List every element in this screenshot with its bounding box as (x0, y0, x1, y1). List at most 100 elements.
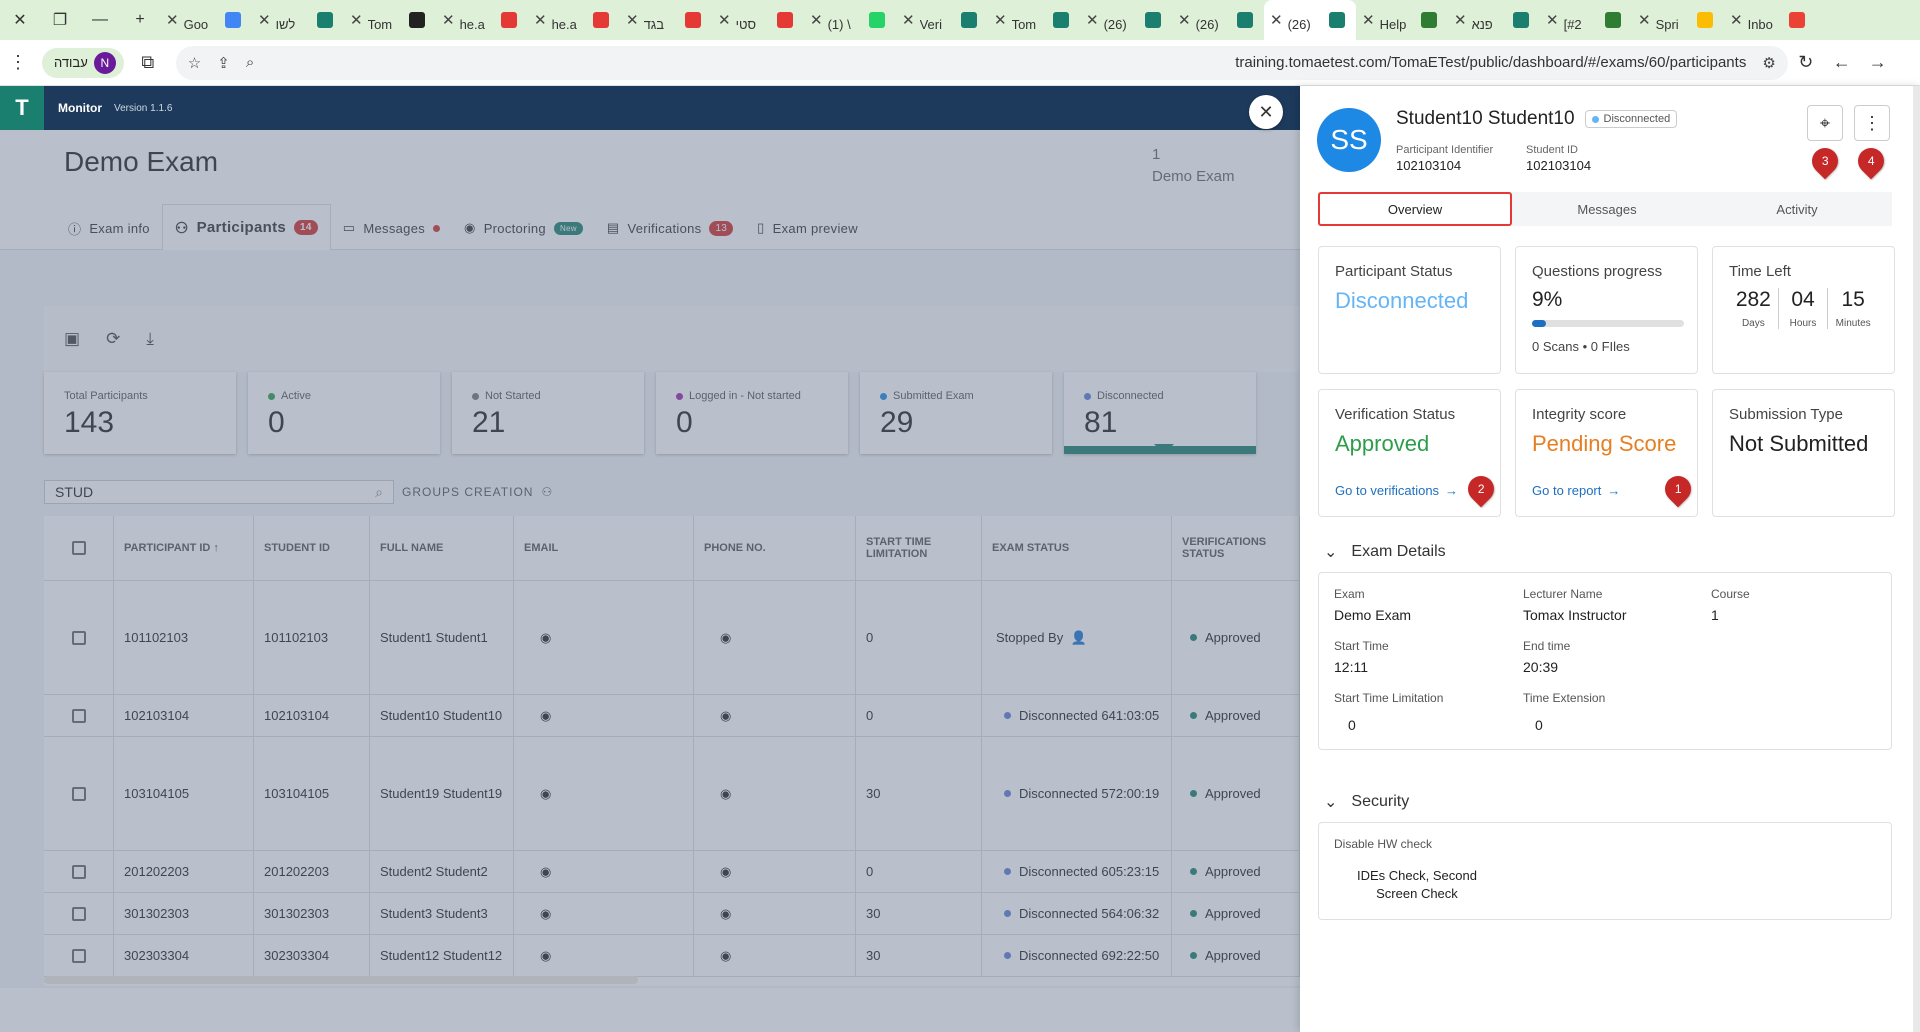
tab-favicon-icon (1144, 12, 1161, 28)
tab-panel-messages[interactable]: Messages (1512, 192, 1702, 226)
browser-tab[interactable]: ✕ he.a (528, 0, 620, 40)
site-settings-icon[interactable]: ⚙ (1762, 54, 1775, 72)
zoom-icon[interactable]: ⌕ (246, 54, 254, 71)
extensions-icon[interactable]: ⧉ (130, 45, 166, 81)
tab-favicon-icon (224, 12, 241, 28)
detail-label: Exam (1334, 587, 1365, 601)
go-to-report-link[interactable]: Go to report → (1532, 483, 1620, 498)
browser-tab[interactable]: ✕ סטי (712, 0, 804, 40)
tab-close-icon[interactable]: ✕ (626, 11, 639, 29)
scans-files: 0 Scans • 0 FIles (1532, 339, 1630, 354)
card-title: Submission Type (1729, 406, 1843, 423)
browser-tab[interactable]: ✕ he.a (436, 0, 528, 40)
bookmark-star-icon[interactable]: ☆ (188, 54, 201, 72)
detail-value: 0 (1348, 717, 1356, 733)
tab-close-icon[interactable]: ✕ (1730, 11, 1743, 29)
detail-lecturer: Lecturer Name Tomax Instructor (1523, 587, 1626, 623)
share-icon[interactable]: ⇪ (217, 54, 230, 72)
window-minimize-icon[interactable]: — (80, 0, 120, 40)
exam-details-toggle[interactable]: ⌄ Exam Details (1324, 542, 1446, 562)
time-left-label: Hours (1789, 318, 1817, 329)
profile-label: עבודה (54, 55, 88, 70)
tab-title: Veri (919, 16, 942, 32)
tab-close-icon[interactable]: ✕ (166, 11, 179, 29)
tab-favicon-icon (316, 12, 333, 28)
tab-close-icon[interactable]: ✕ (810, 11, 823, 29)
browser-tab[interactable]: ✕ Veri (896, 0, 988, 40)
time-left-label: Minutes (1835, 318, 1871, 329)
tab-title: בגד (643, 16, 665, 32)
url-text[interactable]: training.tomaetest.com/TomaETest/public/… (1235, 54, 1746, 71)
tab-close-icon[interactable]: ✕ (902, 11, 915, 29)
tab-close-icon[interactable]: ✕ (1362, 11, 1375, 29)
profile-avatar: N (93, 51, 116, 74)
menu-kebab-icon[interactable]: ⋮ (0, 45, 36, 81)
participant-identifier-value: 102103104 (1396, 158, 1462, 173)
tab-activity[interactable]: Activity (1702, 192, 1892, 226)
close-panel-button[interactable]: ✕ (1249, 95, 1283, 129)
hw-value-line: IDEs Check, Second (1357, 868, 1477, 883)
arrow-right-icon: → (1607, 483, 1621, 498)
browser-tab[interactable]: ✕ פנא (1448, 0, 1540, 40)
chevron-down-icon: ⌄ (1324, 544, 1338, 561)
participant-identifier-label: Participant Identifier (1396, 144, 1494, 156)
questions-progress-fill (1532, 320, 1546, 327)
browser-tab[interactable]: ✕ (26) (1080, 0, 1172, 40)
detail-hw-check: Disable HW check (1334, 837, 1432, 851)
window-restore-icon[interactable]: ❐ (40, 0, 80, 40)
submission-type-card: Submission Type Not Submitted (1712, 389, 1895, 517)
tab-close-icon[interactable]: ✕ (1086, 11, 1099, 29)
browser-tab[interactable]: ✕ Tom (344, 0, 436, 40)
window-close-icon[interactable]: ✕ (0, 0, 40, 40)
tab-close-icon[interactable]: ✕ (1270, 11, 1283, 29)
tab-close-icon[interactable]: ✕ (534, 11, 547, 29)
browser-tab[interactable]: ✕ לשו (252, 0, 344, 40)
vertical-scrollbar[interactable] (1913, 86, 1920, 1032)
tab-close-icon[interactable]: ✕ (1546, 11, 1559, 29)
omnibox[interactable]: ☆ ⇪ ⌕ training.tomaetest.com/TomaETest/p… (175, 45, 1788, 80)
browser-tab[interactable]: ✕ Tom (988, 0, 1080, 40)
go-to-verifications-link[interactable]: Go to verifications → (1335, 483, 1458, 498)
tab-close-icon[interactable]: ✕ (258, 11, 271, 29)
reload-icon[interactable]: ↻ (1788, 45, 1824, 81)
locate-button[interactable]: ⌖ (1807, 105, 1843, 141)
questions-percent: 9% (1532, 288, 1563, 311)
tab-close-icon[interactable]: ✕ (1454, 11, 1467, 29)
profile-chip[interactable]: עבודה N (42, 47, 124, 78)
browser-tab[interactable]: ✕ (1) \ (804, 0, 896, 40)
participant-name: Student10 Student10 (1396, 108, 1575, 129)
browser-tab[interactable]: ✕ (26) (1264, 0, 1356, 40)
tab-title: he.a (551, 16, 577, 32)
tab-close-icon[interactable]: ✕ (994, 11, 1007, 29)
browser-tab[interactable]: ✕ בגד (620, 0, 712, 40)
tab-close-icon[interactable]: ✕ (718, 11, 731, 29)
tab-close-icon[interactable]: ✕ (350, 11, 363, 29)
detail-start-time: Start Time 12:11 (1334, 639, 1389, 675)
security-toggle[interactable]: ⌄ Security (1324, 792, 1409, 812)
browser-tabs: ✕ Goo ✕ לשו ✕ Tom ✕ he.a ✕ he.a ✕ בגד ✕ … (160, 0, 1816, 40)
tab-close-icon[interactable]: ✕ (1638, 11, 1651, 29)
modal-backdrop[interactable] (0, 130, 1300, 1032)
tab-title: Goo (183, 16, 209, 32)
browser-tab[interactable]: ✕ Goo (160, 0, 252, 40)
forward-icon[interactable]: → (1860, 45, 1896, 81)
detail-label: Course (1711, 587, 1750, 601)
tab-overview[interactable]: Overview (1318, 192, 1512, 226)
tab-close-icon[interactable]: ✕ (1178, 11, 1191, 29)
browser-tab[interactable]: ✕ Help (1356, 0, 1448, 40)
tomax-logo-icon[interactable]: T (0, 86, 44, 130)
browser-tab[interactable]: ✕ Spri (1632, 0, 1724, 40)
status-badge-label: Disconnected (1603, 113, 1671, 125)
browser-tab[interactable]: ✕ (26) (1172, 0, 1264, 40)
tab-close-icon[interactable]: ✕ (442, 11, 455, 29)
time-left-unit: 282 Days (1729, 288, 1779, 329)
back-icon[interactable]: ← (1824, 45, 1860, 81)
time-left-unit: 15 Minutes (1828, 288, 1878, 329)
more-options-button[interactable]: ⋮ (1854, 105, 1890, 141)
new-tab-icon[interactable]: + (120, 0, 160, 40)
tab-favicon-icon (1420, 12, 1437, 28)
time-left-label: Days (1741, 318, 1765, 329)
browser-tab[interactable]: ✕ [#2 (1540, 0, 1632, 40)
horizontal-scrollbar[interactable] (44, 976, 638, 984)
browser-tab[interactable]: ✕ Inbo (1724, 0, 1816, 40)
